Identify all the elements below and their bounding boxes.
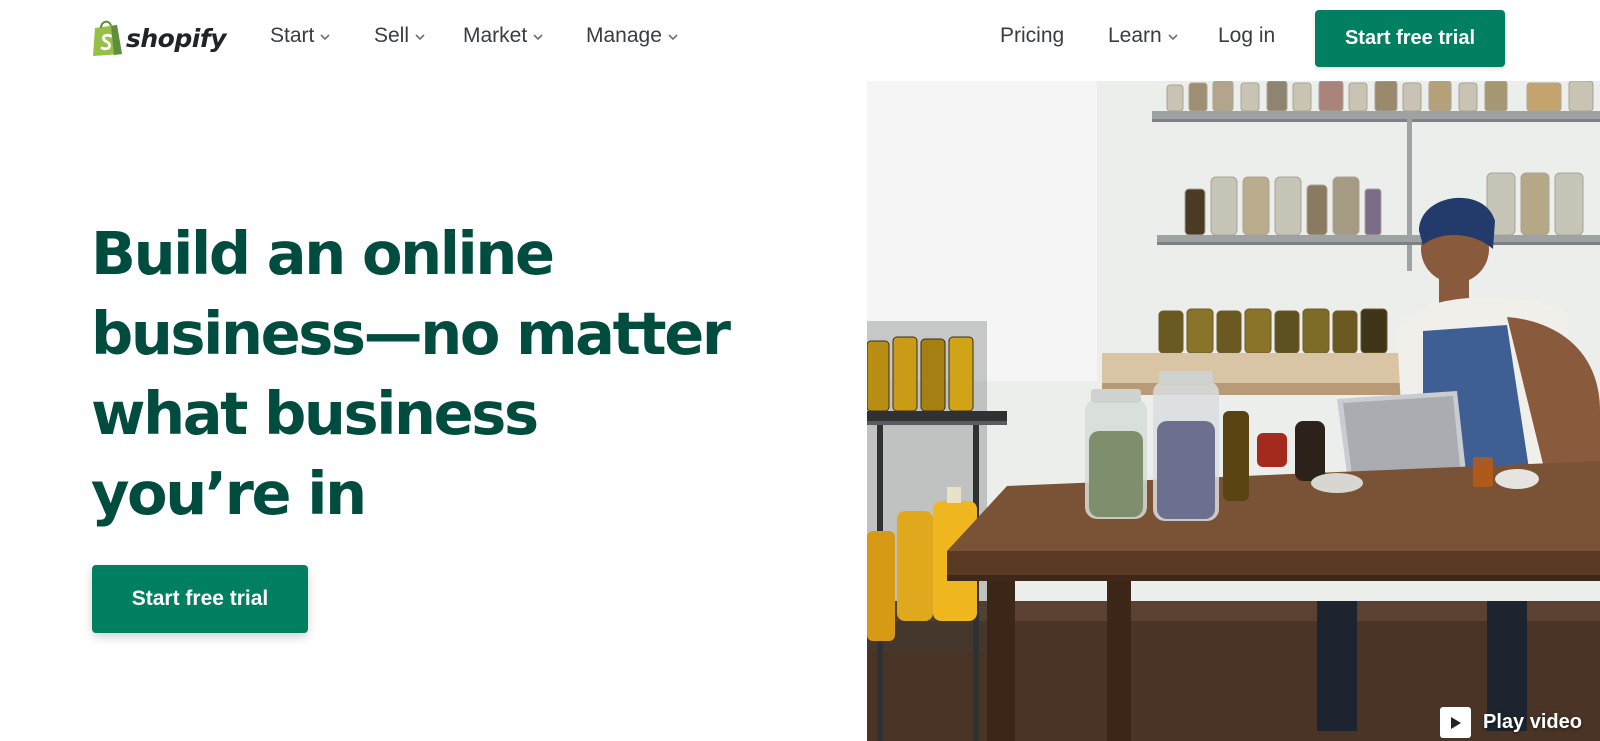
nav-manage[interactable]: Manage — [586, 24, 678, 48]
hero-headline: Build an online business—no matter what … — [91, 214, 731, 534]
nav-sell-label: Sell — [374, 24, 410, 47]
shopify-logo[interactable]: shopify — [91, 17, 227, 57]
play-video-button[interactable]: Play video — [1440, 707, 1582, 738]
play-icon — [1440, 707, 1471, 738]
nav-manage-label: Manage — [586, 24, 662, 47]
nav-market-label: Market — [463, 24, 528, 47]
nav-market[interactable]: Market — [463, 24, 543, 48]
play-video-label: Play video — [1483, 711, 1582, 733]
chevron-down-icon — [1168, 33, 1178, 40]
shopping-bag-icon — [93, 20, 122, 56]
nav-login[interactable]: Log in — [1218, 24, 1275, 48]
chevron-down-icon — [668, 33, 678, 40]
hero-photo — [867, 81, 1600, 741]
hero-headline-line: Build an online — [91, 219, 555, 288]
site-header: shopify Start Sell Market Manage Pricing… — [0, 0, 1600, 80]
nav-start-label: Start — [270, 24, 315, 47]
nav-learn[interactable]: Learn — [1108, 24, 1178, 48]
nav-learn-label: Learn — [1108, 24, 1162, 47]
hero-headline-line: business—no matter — [91, 299, 731, 368]
start-free-trial-header-button[interactable]: Start free trial — [1315, 10, 1505, 67]
hero-photo-illustration — [867, 81, 1600, 741]
hero-headline-line: you’re in — [91, 459, 367, 528]
nav-pricing[interactable]: Pricing — [1000, 24, 1064, 48]
nav-login-label: Log in — [1218, 24, 1276, 47]
nav-pricing-label: Pricing — [1000, 24, 1065, 47]
hero-headline-line: what business — [91, 379, 539, 448]
start-free-trial-hero-button[interactable]: Start free trial — [92, 565, 308, 633]
chevron-down-icon — [533, 33, 543, 40]
nav-sell[interactable]: Sell — [374, 24, 425, 48]
logo-wordmark: shopify — [126, 23, 227, 53]
chevron-down-icon — [320, 33, 330, 40]
chevron-down-icon — [415, 33, 425, 40]
nav-start[interactable]: Start — [270, 24, 330, 48]
